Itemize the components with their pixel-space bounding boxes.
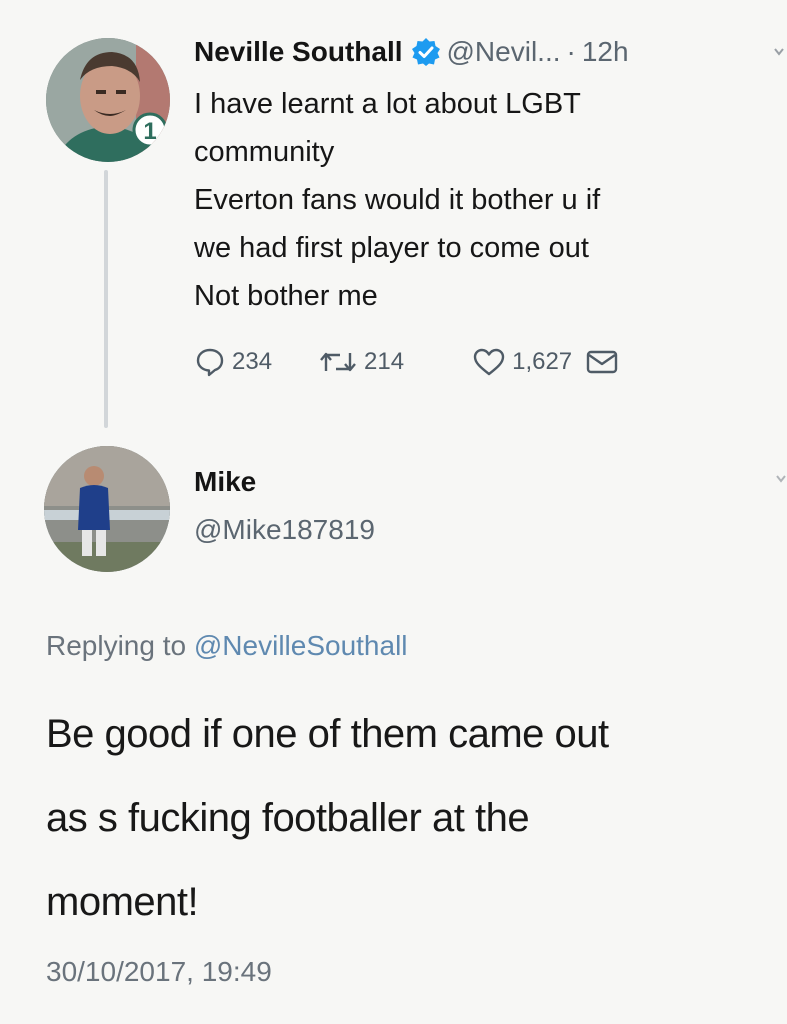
reply-handle[interactable]: @Mike187819 xyxy=(194,514,375,546)
tweet-actions: 234 214 1,627 xyxy=(194,342,620,382)
reply-text-line: moment! xyxy=(46,880,199,924)
avatar-neville-southall[interactable]: 1 xyxy=(46,38,170,162)
retweet-icon xyxy=(320,352,356,372)
chevron-down-icon[interactable] xyxy=(774,40,784,56)
display-name[interactable]: Neville Southall xyxy=(194,36,403,68)
avatar-image xyxy=(44,446,170,572)
replying-to-mention-link[interactable]: @NevilleSouthall xyxy=(194,630,408,661)
like-button[interactable]: 1,627 xyxy=(472,347,572,377)
avatar-badge-number: 1 xyxy=(143,118,156,145)
like-count: 1,627 xyxy=(512,348,573,375)
verified-badge-icon xyxy=(411,37,441,67)
handle[interactable]: @Nevil... xyxy=(447,36,561,68)
retweet-button[interactable]: 214 xyxy=(318,347,404,377)
reply-button[interactable]: 234 xyxy=(194,346,272,378)
tweet-text-line: community xyxy=(194,136,335,168)
tweet-age[interactable]: 12h xyxy=(582,36,629,68)
reply-text-line: Be good if one of them came out xyxy=(46,712,609,756)
avatar-image: 1 xyxy=(46,38,170,162)
tweet-header: Neville Southall @Nevil... · 12h xyxy=(194,32,629,72)
direct-message-button[interactable] xyxy=(584,347,620,377)
chevron-down-icon[interactable] xyxy=(776,470,786,493)
reply-display-name[interactable]: Mike xyxy=(194,466,256,498)
retweet-count: 214 xyxy=(364,348,405,375)
thread-connector-line xyxy=(104,170,108,428)
envelope-icon xyxy=(586,350,618,374)
replying-to-line: Replying to @NevilleSouthall xyxy=(46,630,408,662)
reply-icon xyxy=(196,348,224,377)
tweet-text-line: Not bother me xyxy=(194,280,378,312)
replying-to-label: Replying to xyxy=(46,630,187,661)
avatar-mike[interactable] xyxy=(44,446,170,572)
reply-timestamp[interactable]: 30/10/2017, 19:49 xyxy=(46,956,272,988)
reply-text-line: as s fucking footballer at the xyxy=(46,796,530,840)
reply-count: 234 xyxy=(232,348,273,375)
tweet-text-line: we had first player to come out xyxy=(194,232,589,264)
heart-icon xyxy=(473,348,505,376)
reply-text: Be good if one of them came out as s fuc… xyxy=(46,692,786,944)
tweet-text: I have learnt a lot about LGBT community… xyxy=(194,80,774,320)
tweet-text-line: I have learnt a lot about LGBT xyxy=(194,88,581,120)
tweet-text-line: Everton fans would it bother u if xyxy=(194,184,601,216)
dot-separator: · xyxy=(566,36,576,67)
